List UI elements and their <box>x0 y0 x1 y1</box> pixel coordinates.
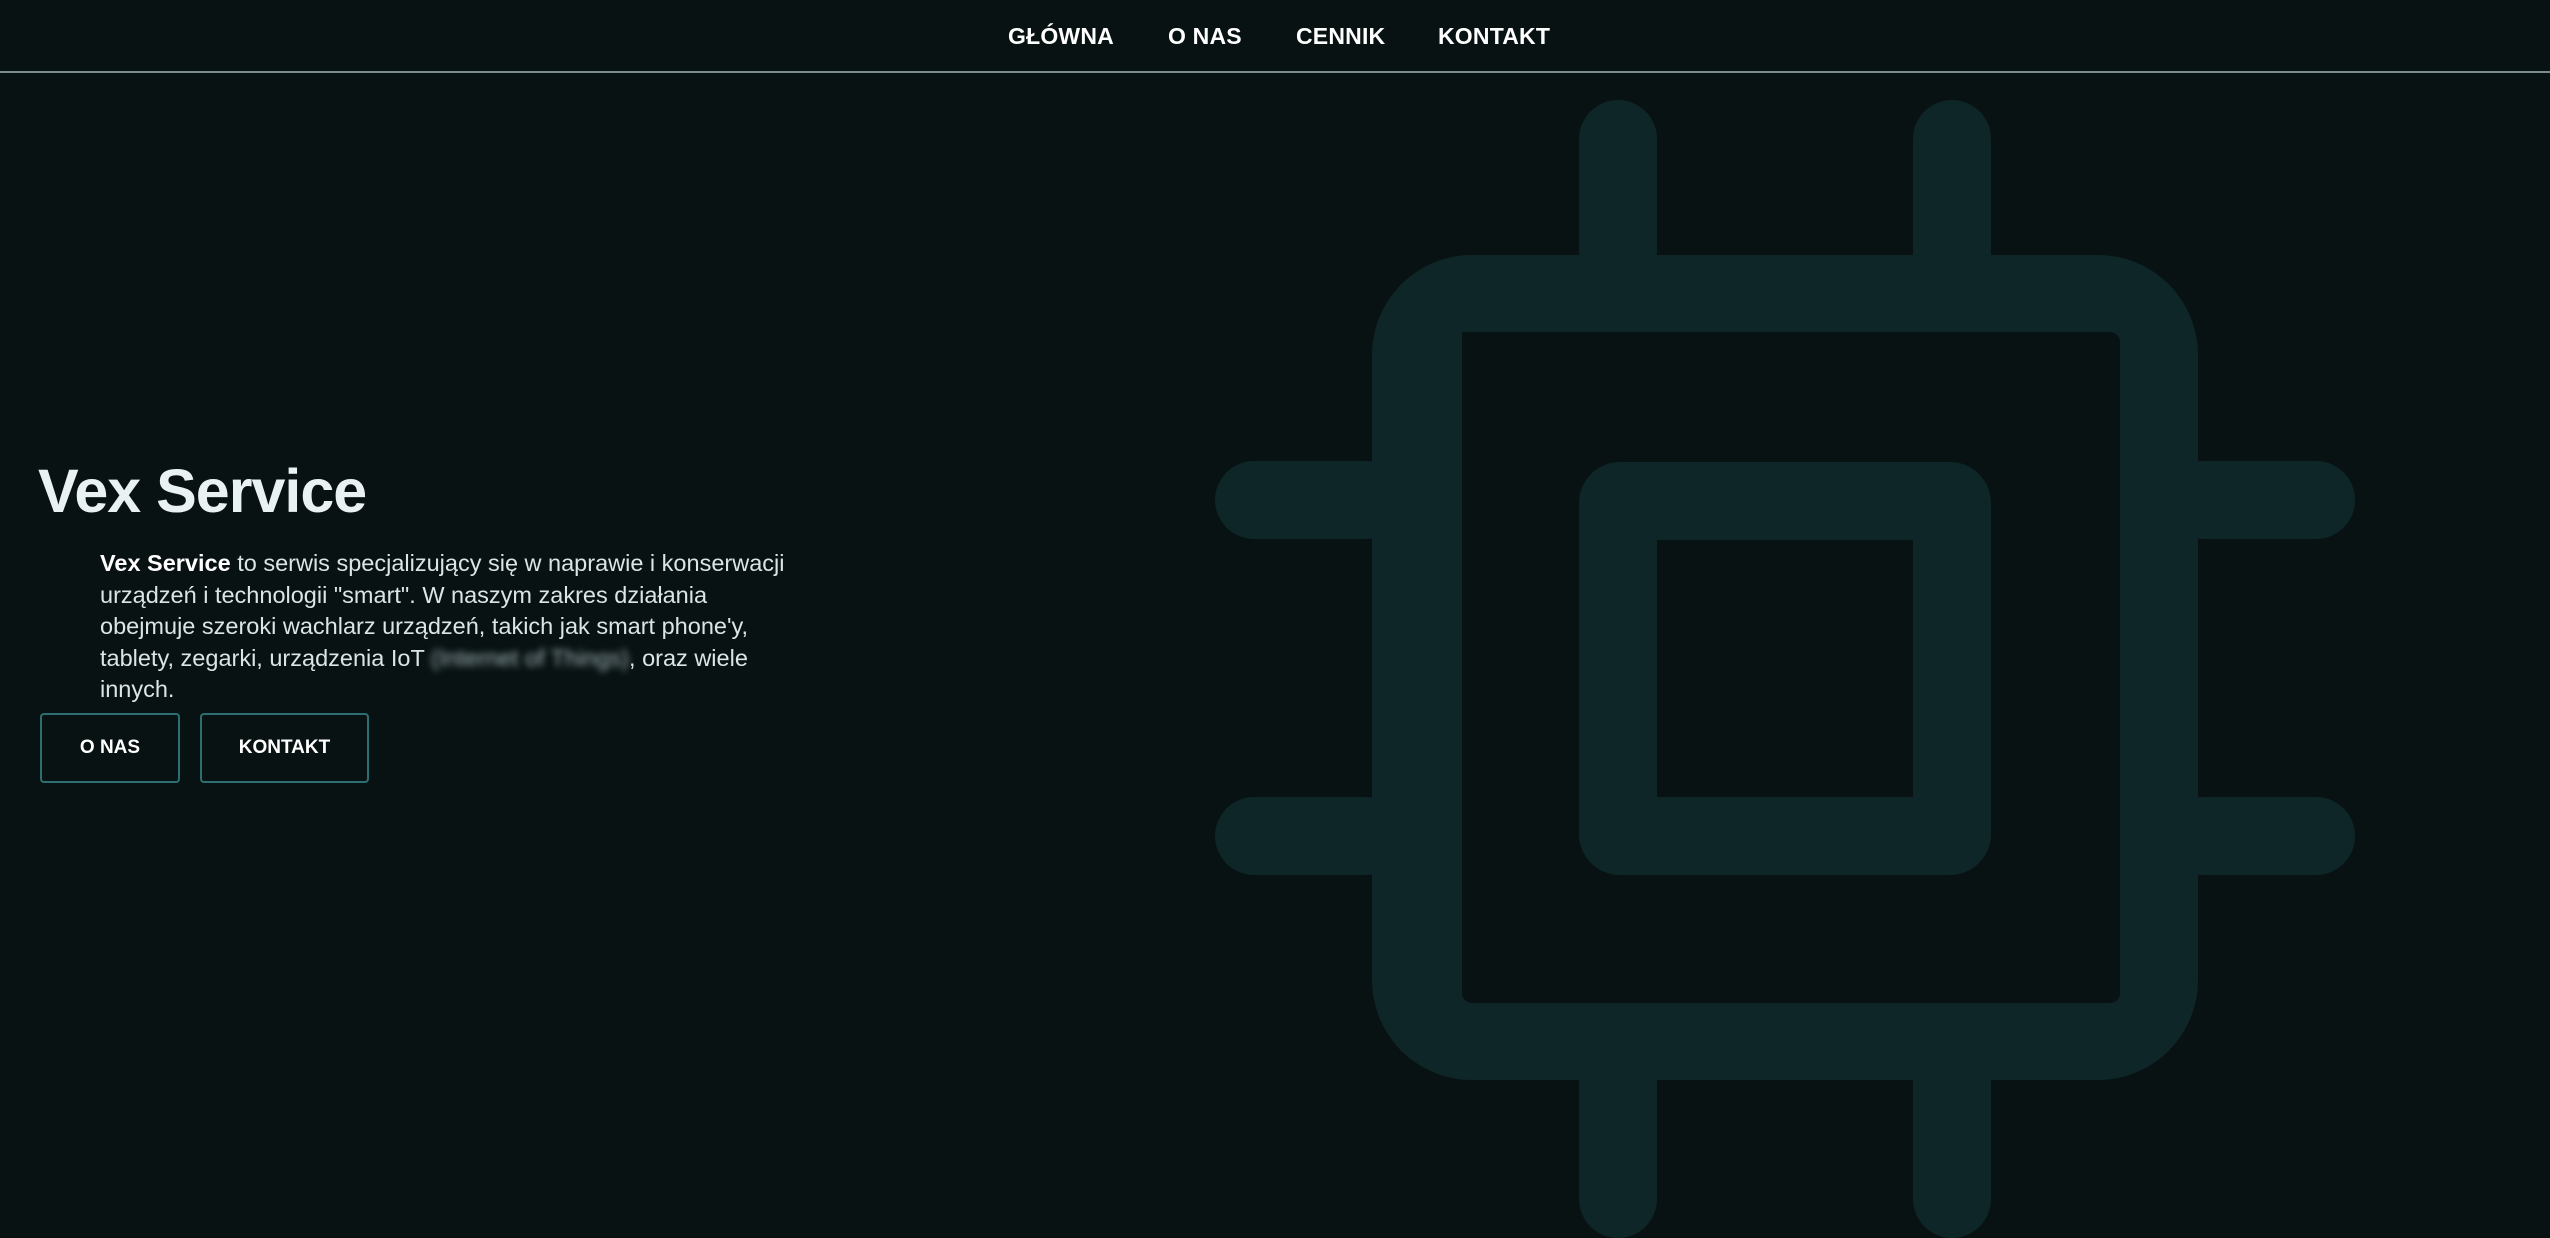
hero-description: Vex Service to serwis specjalizujący się… <box>100 548 800 706</box>
nav-link-o-nas[interactable]: O NAS <box>1168 20 1242 52</box>
cpu-chip-icon <box>1215 100 2355 1238</box>
page: GŁÓWNA O NAS CENNIK KONTAKT Vex Service … <box>0 0 2550 1238</box>
contact-button[interactable]: KONTAKT <box>200 713 369 783</box>
hero-title: Vex Service <box>38 457 367 525</box>
hero-description-brand: Vex Service <box>100 550 231 576</box>
hero-description-blurred-text: (Internet of Things) <box>430 644 630 671</box>
chip-body <box>1372 255 2198 1080</box>
about-button[interactable]: O NAS <box>40 713 180 783</box>
nav-link-cennik[interactable]: CENNIK <box>1296 20 1385 52</box>
nav-link-glowna[interactable]: GŁÓWNA <box>1008 20 1114 52</box>
top-navigation: GŁÓWNA O NAS CENNIK KONTAKT <box>0 0 2550 73</box>
nav-link-kontakt[interactable]: KONTAKT <box>1438 20 1550 52</box>
chip-core <box>1579 462 1991 875</box>
